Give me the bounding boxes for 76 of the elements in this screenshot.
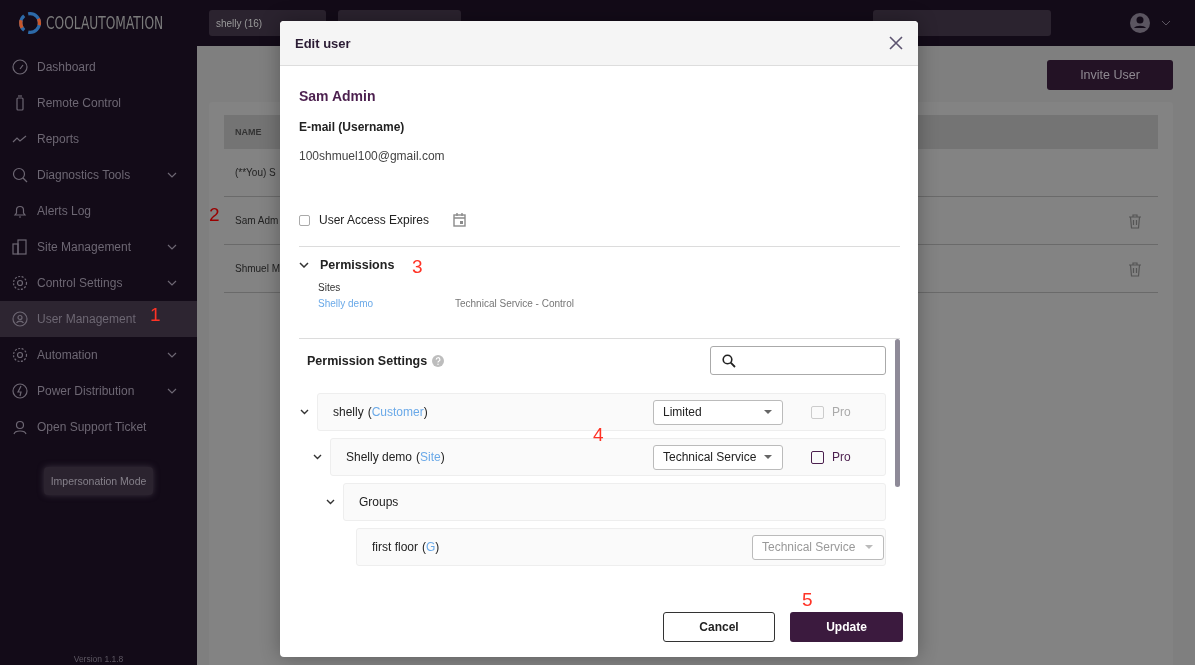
sidebar-item[interactable]: Control Settings (0, 265, 197, 301)
node-name: shelly (Customer) (333, 405, 429, 419)
sidebar-item[interactable]: Remote Control (0, 85, 197, 121)
node-name: Shelly demo (Site) (346, 450, 446, 464)
chevron-icon (167, 280, 177, 286)
sidebar-item[interactable]: Automation (0, 337, 197, 373)
table-cell: Sam Adm (235, 215, 279, 226)
trash-icon[interactable] (1128, 212, 1142, 229)
column-header[interactable]: NAME (235, 127, 262, 137)
chevron-icon (167, 244, 177, 250)
bolt-icon (12, 383, 28, 399)
impersonation-mode-button[interactable]: Impersonation Mode (43, 467, 154, 495)
search-icon (722, 353, 736, 368)
building-icon (12, 239, 28, 255)
calendar-icon[interactable] (453, 213, 467, 227)
annotation-number: 3 (412, 257, 423, 276)
sidebar-item[interactable]: Dashboard (0, 49, 197, 85)
chevron-icon[interactable] (326, 499, 335, 505)
sidebar-item[interactable]: Power Distribution (0, 373, 197, 409)
tree-node[interactable]: Groups (343, 483, 886, 521)
search-field[interactable] (710, 346, 886, 375)
version-text: Version 1.1.8 (72, 654, 125, 665)
role-select[interactable]: Technical Service (653, 444, 783, 470)
annotation-number: 5 (802, 590, 813, 609)
site-link[interactable]: Shelly demo (318, 298, 455, 309)
search-icon (12, 167, 28, 183)
email-label: E-mail (Username) (299, 120, 406, 134)
permissions-title: Permissions (320, 258, 395, 272)
chevron-icon (167, 388, 177, 394)
annotation-number: 1 (150, 305, 161, 324)
bell-icon (12, 203, 28, 219)
site-role: Technical Service - Control (455, 298, 574, 309)
sidebar-item[interactable]: Alerts Log (0, 193, 197, 229)
node-name: first floor (G) (372, 540, 441, 554)
gear-icon (12, 347, 28, 363)
chevron-icon[interactable] (300, 409, 309, 415)
table-cell: (**You) S (235, 167, 276, 178)
chevron-icon[interactable] (313, 454, 322, 460)
user-icon (12, 311, 28, 327)
node-name: Groups (359, 495, 400, 509)
help-icon[interactable] (432, 354, 445, 367)
annotation-number: 2 (209, 205, 220, 224)
gear-icon (12, 275, 28, 291)
user-name: Sam Admin (299, 88, 377, 104)
sidebar-item[interactable]: Diagnostics Tools (0, 157, 197, 193)
caret-icon (865, 545, 873, 549)
support-icon (12, 419, 28, 435)
sidebar-item[interactable]: Open Support Ticket (0, 409, 197, 445)
invite-user-button[interactable]: Invite User (1047, 60, 1173, 90)
sites-label: Sites (318, 282, 342, 293)
update-button[interactable]: Update (790, 612, 903, 642)
pro-checkbox[interactable] (811, 450, 824, 464)
trash-icon[interactable] (1128, 260, 1142, 277)
caret-icon (764, 455, 772, 459)
email-text: 100shmuel100@gmail.com (299, 149, 446, 163)
chevron-icon[interactable] (299, 262, 309, 268)
pro-label: Pro (832, 450, 851, 464)
scrollbar[interactable] (895, 339, 900, 487)
gauge-icon (12, 59, 28, 75)
account-icon[interactable] (1129, 12, 1151, 34)
caret-icon (764, 410, 772, 414)
dialog-title: Edit user (295, 35, 351, 51)
close-icon[interactable] (889, 36, 903, 50)
logo-text: COOLAUTOMATION (46, 13, 164, 33)
sidebar-item[interactable]: Site Management (0, 229, 197, 265)
permission-settings-title: Permission Settings (307, 353, 428, 368)
caret-icon[interactable] (1161, 20, 1171, 26)
pro-label: Pro (832, 405, 851, 419)
role-select[interactable]: Limited (653, 399, 783, 425)
chevron-icon (167, 172, 177, 178)
checkbox-label: User Access Expires (319, 213, 430, 227)
sidebar-item[interactable]: Reports (0, 121, 197, 157)
table-cell: Shmuel M (235, 263, 280, 274)
cancel-button[interactable]: Cancel (663, 612, 775, 642)
checkbox[interactable] (299, 214, 310, 226)
chevron-icon (167, 352, 177, 358)
